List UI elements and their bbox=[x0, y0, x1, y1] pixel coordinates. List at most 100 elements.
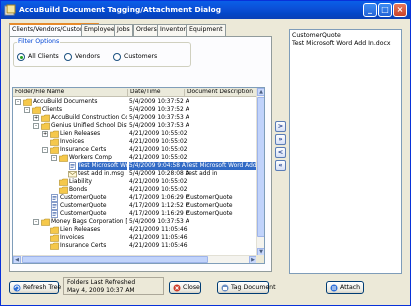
folder-icon bbox=[50, 138, 59, 146]
attach-button[interactable]: Attach bbox=[326, 281, 364, 294]
document-tree-grid[interactable]: Folder/File Name Date/Time Document Desc… bbox=[12, 87, 265, 264]
table-row[interactable]: - AccuBuild Documents 5/4/2009 10:37:52 AM bbox=[13, 98, 257, 106]
table-row[interactable]: Invoices 4/21/2009 10:55:02 AM bbox=[13, 138, 257, 146]
table-row[interactable]: CustomerQuote 4/17/2009 1:12:52 PM Custome… bbox=[13, 202, 257, 210]
close-icon bbox=[173, 284, 181, 292]
table-row[interactable]: - Clients 5/4/2009 10:37:52 AM bbox=[13, 106, 257, 114]
row-description bbox=[186, 226, 257, 234]
row-name: Insurance Certs bbox=[60, 147, 107, 153]
attached-documents-list[interactable]: CustomerQuote Test Microsoft Word Add In… bbox=[289, 29, 402, 274]
close-label: Close bbox=[183, 284, 200, 291]
row-date: 5/4/2009 10:37:52 AM bbox=[129, 107, 189, 113]
close-button[interactable]: Close bbox=[169, 281, 201, 294]
refresh-tree-button[interactable]: Refresh Tree bbox=[9, 281, 61, 294]
minimize-button[interactable]: _ bbox=[363, 3, 377, 17]
tag-document-button[interactable]: Tag Document bbox=[217, 281, 276, 294]
close-window-button[interactable]: × bbox=[393, 3, 407, 17]
table-row[interactable]: + Lien Releases 4/21/2009 10:55:02 AM bbox=[13, 130, 257, 138]
table-row[interactable]: Liability 4/21/2009 10:55:02 AM bbox=[13, 178, 257, 186]
row-name: Lien Releases bbox=[60, 131, 101, 137]
tab-jobs[interactable]: Jobs bbox=[114, 24, 133, 36]
row-date: 4/21/2009 11:05:46 AM bbox=[129, 235, 189, 241]
tag-document-label: Tag Document bbox=[231, 284, 276, 291]
horizontal-scrollbar[interactable]: ◀ ▶ bbox=[13, 255, 257, 263]
column-header-date[interactable]: Date/Time bbox=[130, 89, 184, 95]
column-header-name[interactable]: Folder/File Name bbox=[15, 89, 125, 95]
list-item[interactable]: Test Microsoft Word Add In.docx bbox=[292, 40, 391, 47]
collapse-icon[interactable]: - bbox=[24, 107, 30, 113]
row-name: AccuBuild Documents bbox=[33, 99, 98, 105]
table-row[interactable]: Bonds 4/21/2009 10:55:02 AM bbox=[13, 186, 257, 194]
table-row[interactable]: - Money Bags Corporation [3] 5/4/2009 10:3… bbox=[13, 218, 257, 226]
table-row[interactable]: - Workers Comp 4/21/2009 10:55:02 AM bbox=[13, 154, 257, 162]
collapse-icon[interactable]: - bbox=[51, 155, 57, 161]
row-description bbox=[186, 218, 257, 226]
expand-icon[interactable]: + bbox=[33, 115, 39, 121]
column-divider[interactable] bbox=[184, 89, 185, 96]
scroll-up-button[interactable]: ▲ bbox=[257, 88, 264, 96]
row-description bbox=[186, 98, 257, 106]
vertical-scrollbar[interactable]: ▲ ▼ bbox=[256, 88, 264, 256]
document-icon bbox=[51, 202, 58, 210]
hscroll-thumb[interactable] bbox=[22, 256, 208, 263]
folder-icon bbox=[50, 226, 59, 234]
table-row[interactable]: test add in.msg 5/4/2009 10:28:08 AM test … bbox=[13, 170, 257, 178]
move-all-right-button[interactable]: » bbox=[275, 134, 286, 145]
folder-icon bbox=[59, 154, 68, 162]
scroll-corner bbox=[256, 255, 264, 263]
scroll-left-button[interactable]: ◀ bbox=[13, 256, 21, 263]
expand-icon[interactable]: + bbox=[42, 131, 48, 137]
table-row[interactable]: Lien Releases 4/21/2009 11:05:46 AM bbox=[13, 226, 257, 234]
collapse-icon[interactable]: - bbox=[42, 147, 48, 153]
move-right-button[interactable]: > bbox=[275, 121, 286, 132]
table-row[interactable]: CustomerQuote 4/17/2009 1:16:29 PM Custome… bbox=[13, 210, 257, 218]
row-description bbox=[186, 138, 257, 146]
maximize-button[interactable]: □ bbox=[378, 3, 392, 17]
row-description: CustomerQuote bbox=[186, 203, 233, 209]
radio-dot[interactable] bbox=[113, 53, 121, 61]
row-name: Liability bbox=[69, 179, 92, 185]
row-name: Clients bbox=[42, 107, 63, 113]
column-header-description[interactable]: Document Description bbox=[187, 89, 257, 95]
collapse-icon[interactable]: - bbox=[33, 123, 39, 129]
move-all-right-icon: » bbox=[278, 135, 283, 143]
table-row[interactable]: - Insurance Certs 4/21/2009 10:55:02 AM bbox=[13, 146, 257, 154]
table-row[interactable]: + AccuBuild Construction Co., Inc5/4/2009… bbox=[13, 114, 257, 122]
table-row[interactable]: Insurance Certs 4/21/2009 11:05:46 AM bbox=[13, 242, 257, 250]
move-left-icon: < bbox=[277, 148, 284, 156]
table-row[interactable]: - Genius Unified School District [2]5/4/2… bbox=[13, 122, 257, 130]
row-date: 4/17/2009 1:12:52 PM bbox=[129, 203, 189, 209]
collapse-icon[interactable]: - bbox=[33, 219, 39, 225]
list-item[interactable]: CustomerQuote bbox=[292, 32, 341, 39]
tab-orders[interactable]: Orders bbox=[133, 24, 160, 36]
row-name: CustomerQuote bbox=[60, 195, 107, 201]
table-row[interactable]: CustomerQuote 4/17/2009 1:06:29 PM Custome… bbox=[13, 194, 257, 202]
column-divider[interactable] bbox=[127, 89, 128, 96]
folder-icon bbox=[50, 242, 59, 250]
title-bar[interactable]: AccuBuild Document Tagging/Attachment Di… bbox=[1, 1, 410, 19]
app-icon bbox=[4, 4, 16, 16]
row-date: 4/21/2009 10:55:02 AM bbox=[129, 147, 189, 153]
row-name: Test Microsoft Word Add In.docx bbox=[78, 162, 127, 170]
row-description: test add in bbox=[186, 171, 218, 177]
collapse-icon[interactable]: - bbox=[15, 99, 21, 105]
row-description: CustomerQuote bbox=[186, 195, 233, 201]
row-description bbox=[186, 106, 257, 114]
row-date: 4/21/2009 11:05:46 AM bbox=[129, 227, 189, 233]
row-date: 4/21/2009 10:55:02 AM bbox=[129, 155, 189, 161]
radio-dot[interactable] bbox=[64, 53, 72, 61]
table-row[interactable]: Invoices 4/21/2009 11:05:46 AM bbox=[13, 234, 257, 242]
radio-label: Vendors bbox=[75, 53, 100, 60]
document-icon bbox=[51, 194, 58, 202]
scroll-thumb[interactable] bbox=[257, 97, 264, 237]
filter-options-legend: Filter Options bbox=[17, 38, 61, 45]
move-right-icon: > bbox=[277, 122, 284, 130]
document-icon bbox=[69, 162, 76, 170]
radio-dot[interactable] bbox=[17, 53, 25, 61]
row-name: test add in.msg bbox=[78, 171, 124, 177]
grid-header: Folder/File Name Date/Time Document Desc… bbox=[13, 88, 257, 97]
move-all-left-button[interactable]: « bbox=[275, 160, 286, 171]
move-left-button[interactable]: < bbox=[275, 147, 286, 158]
tab-equipment[interactable]: Equipment bbox=[186, 24, 226, 36]
table-row[interactable]: Test Microsoft Word Add In.docx5/4/2009 … bbox=[13, 162, 257, 170]
